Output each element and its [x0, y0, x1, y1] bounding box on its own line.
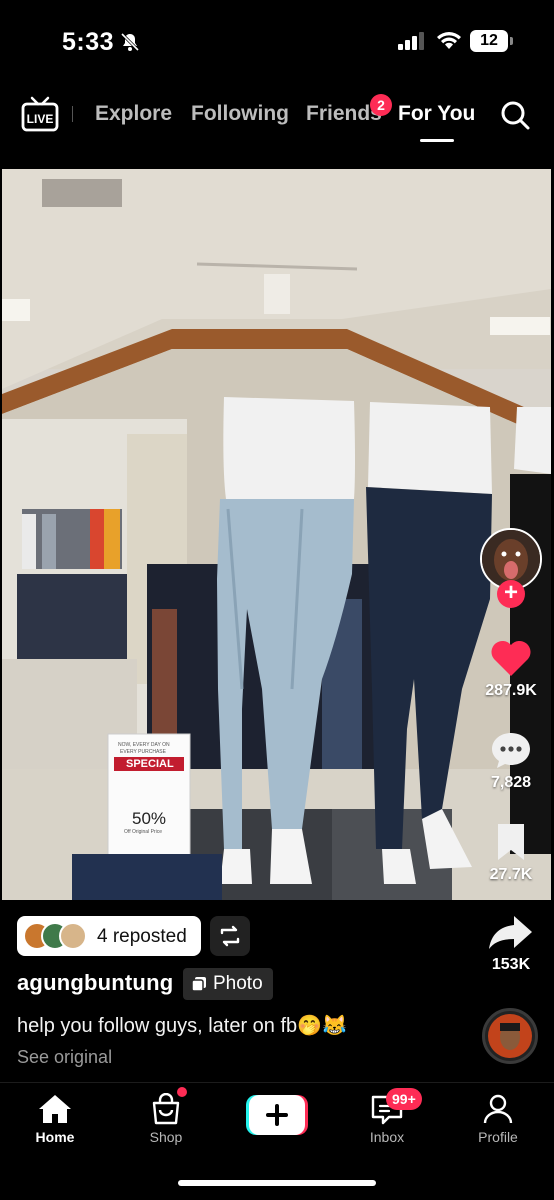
repost-button[interactable]: [210, 916, 250, 956]
photo-type-tag: Photo: [183, 968, 273, 1000]
inbox-badge: 99+: [386, 1088, 422, 1110]
post-caption: help you follow guys, later on fb🤭😹: [17, 1015, 347, 1037]
sign-banner: SPECIAL: [126, 758, 174, 770]
shop-bag-icon: [152, 1093, 180, 1125]
nav-shop-label: Shop: [149, 1129, 183, 1145]
music-disc[interactable]: [482, 1008, 538, 1064]
signal-icon: [398, 32, 424, 50]
nav-home[interactable]: Home: [10, 1093, 100, 1145]
share-count: 153K: [491, 956, 531, 973]
repost-icon: [220, 925, 240, 947]
reposted-pill[interactable]: 4 reposted: [17, 916, 201, 956]
status-bar: 5:33 12: [0, 0, 554, 80]
comment-count: 7,828: [490, 774, 532, 791]
heart-icon[interactable]: [489, 638, 533, 678]
post-photo[interactable]: NOW, EVERY DAY ON EVERY PURCHASE SPECIAL…: [2, 169, 551, 900]
nav-inbox-label: Inbox: [369, 1129, 405, 1145]
share-icon[interactable]: [486, 912, 534, 952]
save-count: 27.7K: [489, 866, 533, 883]
nav-home-label: Home: [35, 1129, 75, 1145]
shop-notification-dot: [177, 1087, 187, 1097]
store-scene-image: [2, 169, 551, 900]
wifi-icon: [437, 32, 461, 49]
status-time: 5:33: [62, 28, 115, 56]
active-tab-indicator: [420, 139, 454, 142]
tab-explore[interactable]: Explore: [95, 102, 172, 126]
author-username[interactable]: agungbuntung: [17, 970, 173, 996]
photo-type-label: Photo: [213, 973, 263, 994]
nav-shop[interactable]: Shop: [121, 1087, 211, 1145]
comment-icon[interactable]: [489, 730, 533, 770]
see-original-link[interactable]: See original: [17, 1047, 112, 1068]
sign-percent: 50%: [132, 809, 167, 828]
sound-avatar-image: [488, 1014, 532, 1058]
tab-for-you[interactable]: For You: [398, 102, 475, 126]
top-nav: LIVE Explore Following Friends 2 For You: [0, 88, 554, 148]
friends-badge: 2: [370, 94, 392, 116]
sign-small: Off Original Price: [124, 829, 162, 835]
home-icon: [39, 1095, 71, 1123]
create-button[interactable]: [246, 1095, 308, 1135]
battery-indicator: 12: [470, 30, 513, 52]
muted-bell-icon: [120, 32, 140, 52]
bookmark-icon[interactable]: [489, 822, 533, 862]
reposted-label: 4 reposted: [97, 926, 187, 947]
live-icon[interactable]: LIVE: [20, 96, 60, 132]
home-indicator: [178, 1180, 376, 1186]
sign-line-2: EVERY PURCHASE: [120, 749, 166, 755]
follow-button[interactable]: +: [497, 580, 525, 608]
svg-text:LIVE: LIVE: [27, 112, 54, 126]
profile-icon: [483, 1094, 513, 1124]
photo-icon: [191, 977, 206, 992]
search-icon[interactable]: [499, 99, 531, 131]
reposter-avatar: [59, 922, 87, 950]
nav-profile[interactable]: Profile: [453, 1093, 543, 1145]
nav-profile-label: Profile: [478, 1129, 518, 1145]
like-count: 287.9K: [485, 682, 537, 699]
tab-following[interactable]: Following: [191, 102, 289, 126]
nav-separator: [72, 106, 73, 122]
sign-line-1: NOW, EVERY DAY ON: [118, 742, 170, 748]
